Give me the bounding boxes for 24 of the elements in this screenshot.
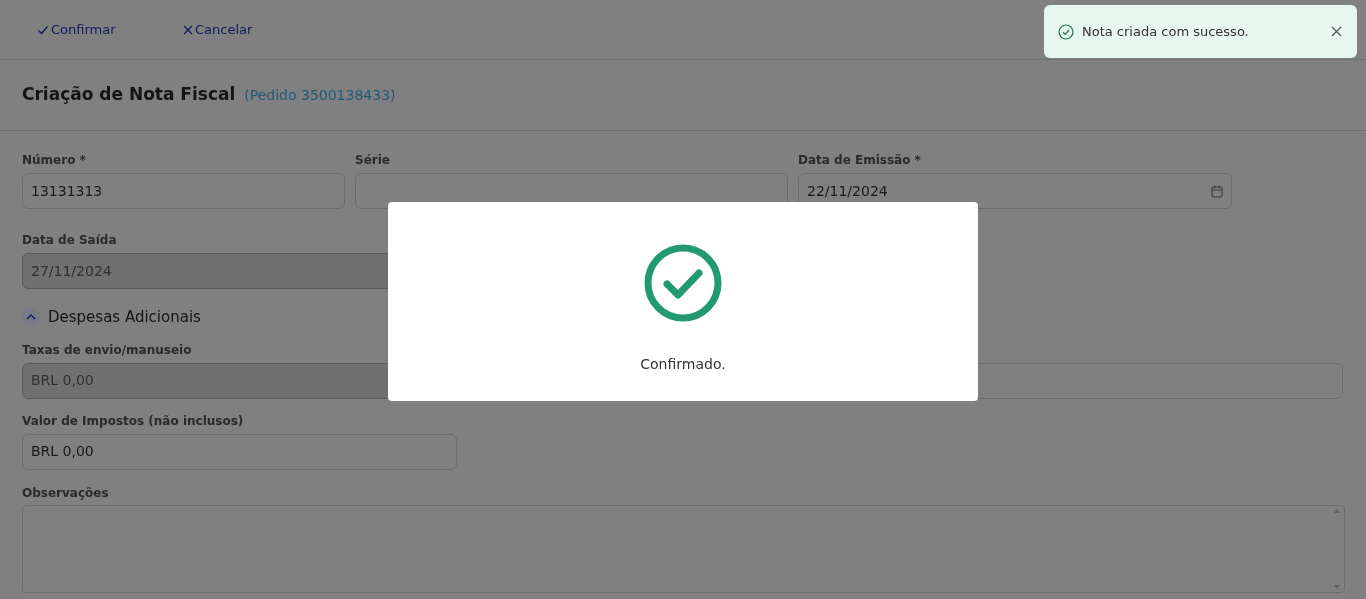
field-label: Valor de Impostos (não inclusos) (22, 414, 245, 428)
input-field[interactable]: BRL 0,00 (22, 433, 457, 470)
field-label: Observações (22, 486, 110, 500)
check-circle-icon (1058, 23, 1074, 40)
section-title: Despesas Adicionais (48, 307, 201, 328)
input-field[interactable]: 13131313 (22, 173, 345, 209)
field-label: Série (355, 154, 391, 167)
confirm-button[interactable]: Confirmar (37, 19, 143, 40)
field-label: Data de Emissão * (798, 154, 922, 167)
field-label: Número * (22, 154, 87, 167)
date-field[interactable]: 22/11/2024 (798, 173, 1232, 209)
close-button[interactable] (1329, 24, 1343, 39)
field-label: Taxas de envio/manuseio (22, 343, 193, 357)
cancel-button[interactable]: Cancelar (183, 19, 289, 40)
success-check-icon (644, 244, 722, 322)
order-number: (Pedido 3500138433) (244, 85, 396, 105)
collapse-toggle[interactable] (22, 308, 40, 327)
field-label: Data de Saída (22, 234, 118, 247)
check-icon (37, 23, 49, 36)
calendar-icon[interactable] (1211, 184, 1223, 198)
chevron-icon (26, 314, 36, 321)
toast-message: Nota criada com sucesso. (1082, 22, 1250, 41)
page-title: Criação de Nota Fiscal (22, 83, 236, 107)
close-icon (183, 24, 193, 35)
